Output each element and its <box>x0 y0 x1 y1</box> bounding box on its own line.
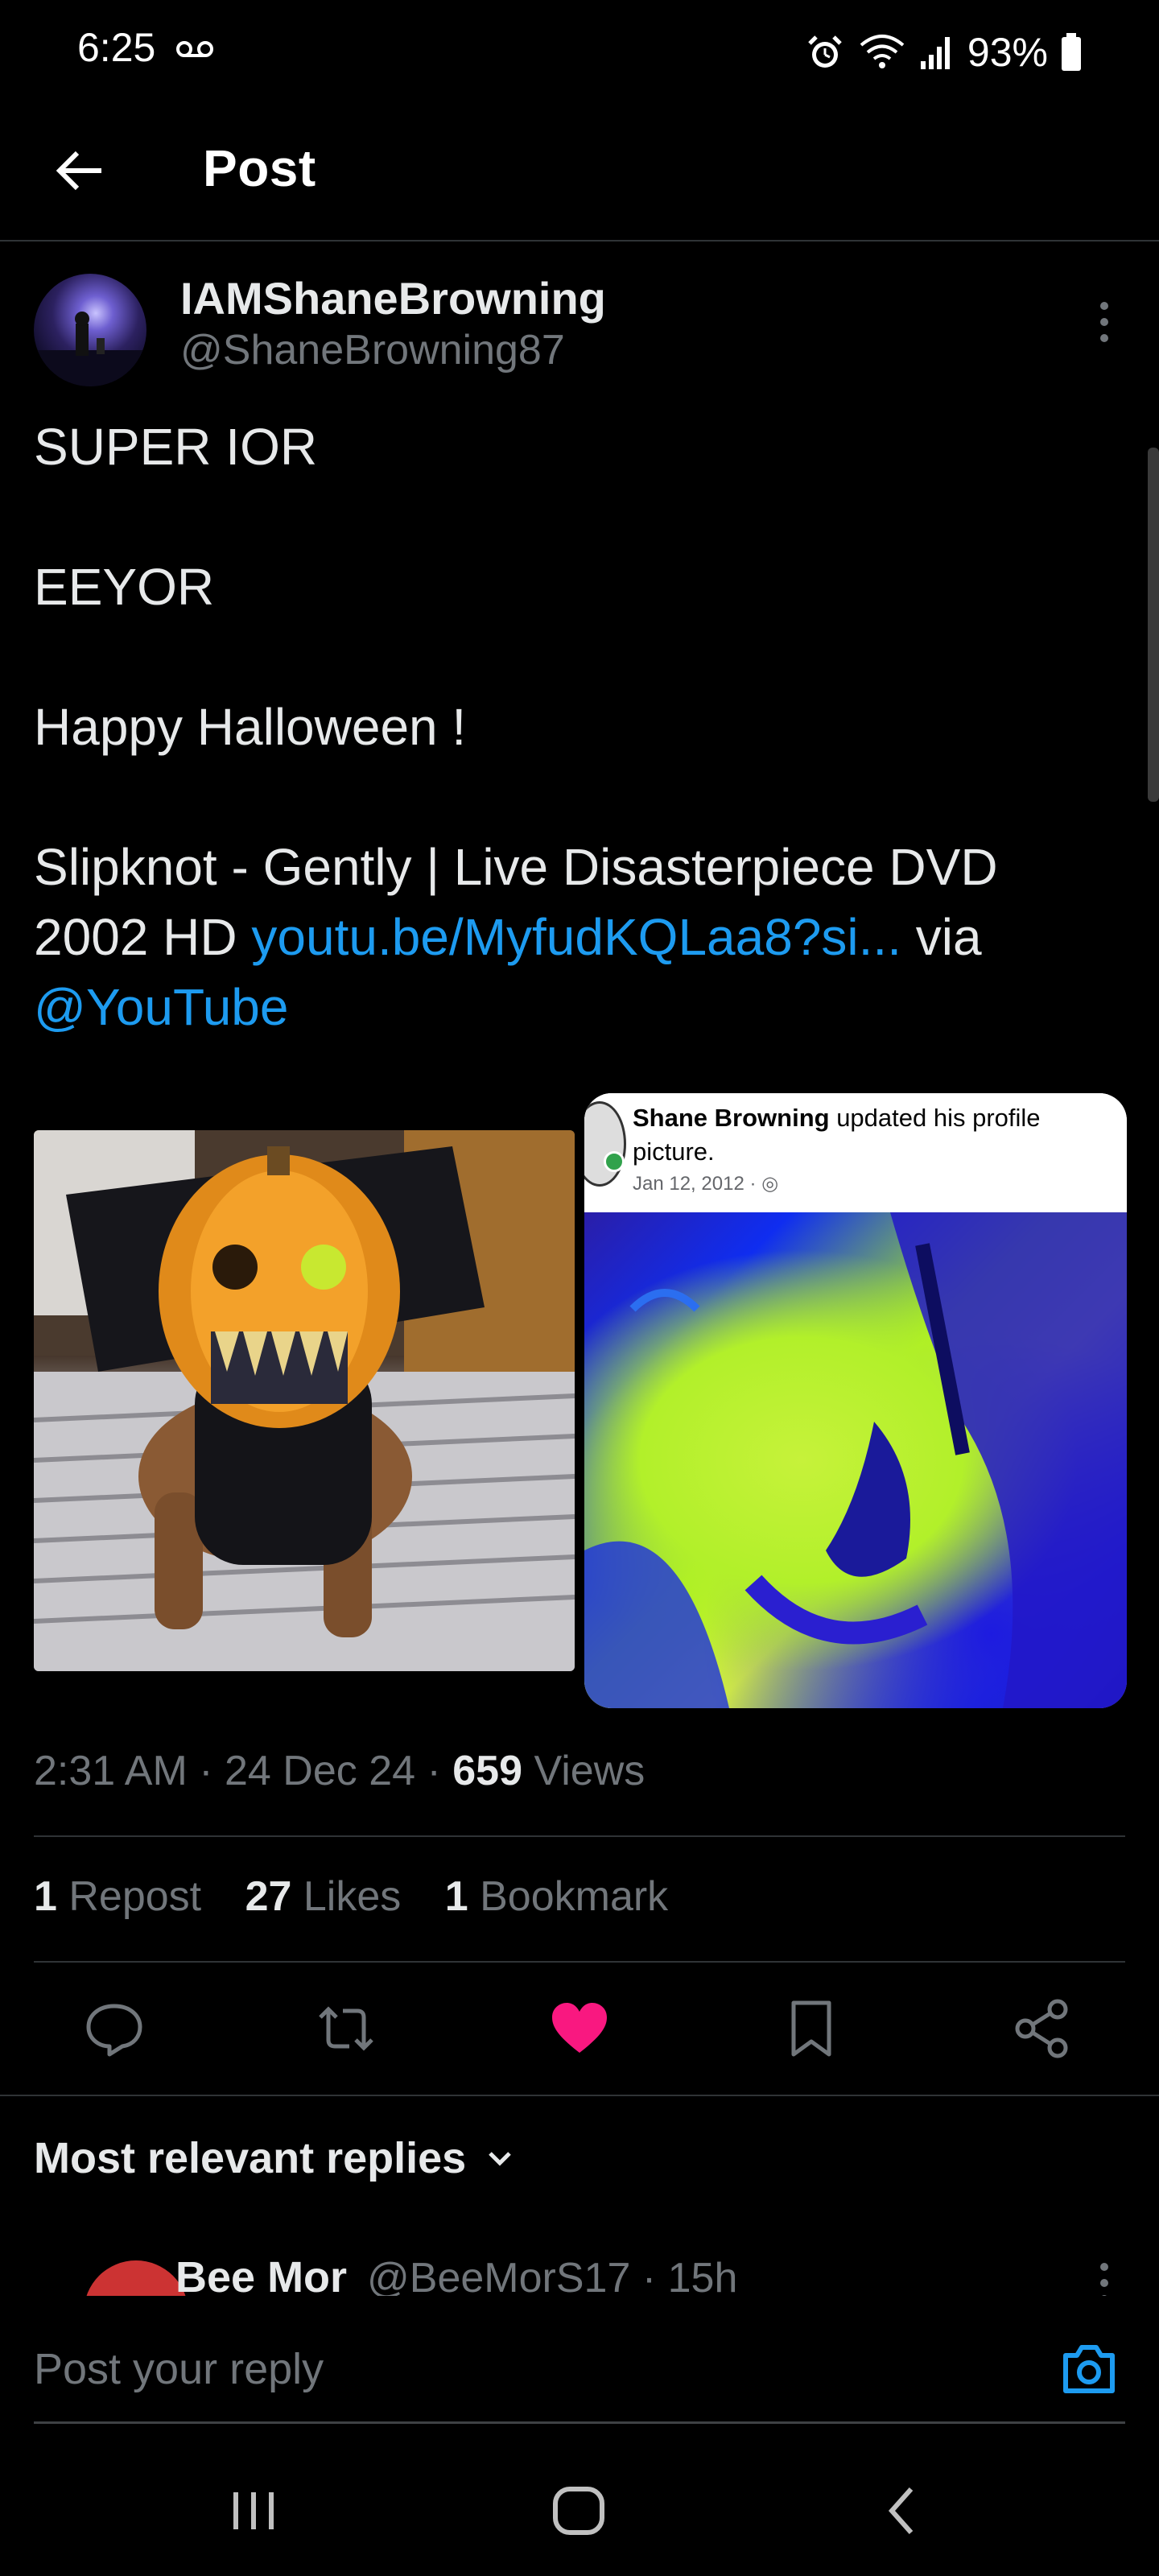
bookmarks-stat[interactable]: 1 Bookmark <box>445 1873 668 1920</box>
reply-composer <box>0 2296 1159 2425</box>
post-text: SUPER IOR EEYOR Happy Halloween ! Slipkn… <box>34 412 1104 1042</box>
fb-date: Jan 12, 2012 · ◎ <box>633 1172 778 1195</box>
divider <box>0 2095 1159 2096</box>
reposts-stat[interactable]: 1 Repost <box>34 1873 201 1920</box>
post-image-pumpkin-dog[interactable] <box>34 1130 575 1671</box>
recent-apps-icon[interactable] <box>225 2483 282 2539</box>
alarm-icon <box>808 35 842 68</box>
post-image-profile-screenshot[interactable]: Shane Browning updated his profile pictu… <box>584 1093 1127 1708</box>
status-right: 93% <box>805 24 1082 80</box>
author-avatar[interactable] <box>34 274 146 386</box>
globe-icon: ◎ <box>761 1173 779 1195</box>
post-line: Happy Halloween ! <box>34 698 467 756</box>
status-time: 6:25 <box>77 25 156 70</box>
likes-stat[interactable]: 27 Likes <box>245 1873 402 1920</box>
bookmarks-label: Bookmark <box>468 1873 669 1920</box>
divider <box>34 1835 1125 1837</box>
scrollbar[interactable] <box>1148 448 1159 802</box>
replies-sort-dropdown[interactable]: Most relevant replies <box>34 2133 516 2183</box>
post-timestamp-views: 2:31 AM · 24 Dec 24 · 659 Views <box>34 1747 645 1795</box>
pumpkin-dog-illustration <box>34 1130 575 1671</box>
divider <box>34 1961 1125 1963</box>
top-header: Post <box>0 105 1159 242</box>
via-text: via <box>901 908 982 966</box>
back-nav-icon[interactable] <box>874 2483 930 2539</box>
replies-sort-label: Most relevant replies <box>34 2134 467 2182</box>
reply-icon[interactable] <box>82 1996 146 2061</box>
post-timestamp: 2:31 AM · 24 Dec 24 · <box>34 1748 453 1794</box>
battery-icon <box>1062 33 1081 71</box>
fb-date-text: Jan 12, 2012 · <box>633 1173 762 1195</box>
post-line: Slipknot - Gently | Live Disasterpiece D… <box>34 832 1104 1042</box>
reply-input[interactable] <box>34 2344 1000 2394</box>
fb-post-header: Shane Browning updated his profile pictu… <box>584 1093 1127 1212</box>
bookmarks-count: 1 <box>444 1873 468 1920</box>
fb-update-text: Shane Browning updated his profile pictu… <box>633 1101 1116 1169</box>
bookmark-icon[interactable] <box>779 1996 843 2061</box>
signal-icon <box>920 37 950 69</box>
like-heart-icon[interactable] <box>547 1996 612 2061</box>
action-bar <box>0 1980 1159 2077</box>
views-label: Views <box>522 1748 645 1794</box>
profile-picture-art <box>584 1212 1127 1708</box>
post-stats: 1 Repost 27 Likes 1 Bookmark <box>34 1872 700 1921</box>
voicemail-icon <box>176 41 213 57</box>
reply-author-name[interactable]: Bee Mor <box>175 2252 347 2302</box>
more-options-icon[interactable] <box>1088 299 1120 345</box>
reposts-label: Repost <box>56 1873 202 1920</box>
reply-input-underline <box>34 2421 1125 2424</box>
post-line: EEYOR <box>34 558 215 616</box>
likes-count: 27 <box>245 1873 292 1920</box>
avatar-figure-icon <box>34 312 146 386</box>
home-icon[interactable] <box>551 2483 607 2539</box>
wifi-icon <box>860 35 905 68</box>
author-handle[interactable]: @ShaneBrowning87 <box>180 326 565 374</box>
youtube-mention[interactable]: @YouTube <box>34 978 288 1036</box>
fb-name: Shane Browning <box>633 1104 830 1132</box>
likes-label: Likes <box>291 1873 402 1920</box>
youtube-link[interactable]: youtu.be/MyfudKQLaa8?si... <box>251 908 901 966</box>
post-line: SUPER IOR <box>34 418 318 476</box>
author-display-name[interactable]: IAMShaneBrowning <box>180 272 606 324</box>
system-navigation-bar <box>0 2439 1159 2576</box>
battery-percent: 93% <box>967 30 1048 75</box>
status-bar: 6:25 93% <box>0 0 1159 105</box>
repost-icon[interactable] <box>314 1996 378 2061</box>
reposts-count: 1 <box>34 1873 57 1920</box>
reply-author-handle[interactable]: @BeeMorS17 · 15h <box>367 2254 737 2302</box>
back-arrow-icon[interactable] <box>48 138 113 203</box>
online-status-dot <box>604 1151 625 1172</box>
fb-profile-picture <box>584 1212 1127 1708</box>
fb-avatar <box>584 1101 626 1187</box>
chevron-down-icon <box>489 2152 511 2166</box>
views-count: 659 <box>452 1748 523 1794</box>
share-icon[interactable] <box>1011 1996 1075 2061</box>
page-title: Post <box>203 139 316 197</box>
camera-icon[interactable] <box>1059 2339 1119 2399</box>
